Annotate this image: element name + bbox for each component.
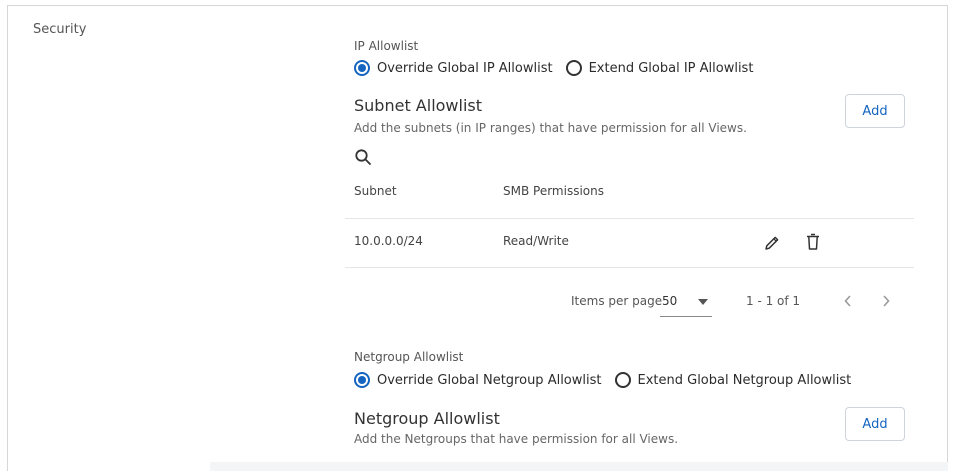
ip-allowlist-label: IP Allowlist (354, 39, 419, 53)
row-smb-permissions: Read/Write (503, 234, 569, 248)
column-header-smb-permissions: SMB Permissions (503, 184, 604, 198)
items-per-page-select[interactable]: 50 (662, 294, 677, 308)
search-icon[interactable] (353, 147, 373, 167)
previous-page-icon[interactable] (839, 292, 857, 310)
subnet-allowlist-description: Add the subnets (in IP ranges) that have… (354, 121, 747, 135)
subnet-allowlist-heading: Subnet Allowlist (354, 96, 483, 115)
override-global-ip-label[interactable]: Override Global IP Allowlist (377, 61, 553, 76)
netgroup-allowlist-label: Netgroup Allowlist (354, 350, 464, 364)
delete-icon[interactable] (803, 232, 823, 252)
table-row-divider (345, 267, 914, 268)
row-subnet: 10.0.0.0/24 (354, 234, 423, 248)
ip-allowlist-radio-group: Override Global IP Allowlist Extend Glob… (354, 60, 753, 76)
table-header-divider (345, 218, 914, 219)
edit-icon[interactable] (762, 233, 782, 253)
add-subnet-button[interactable]: Add (845, 94, 905, 128)
netgroup-allowlist-description: Add the Netgroups that have permission f… (354, 432, 679, 446)
extend-global-ip-label[interactable]: Extend Global IP Allowlist (589, 61, 754, 76)
panel-footer-strip (210, 462, 948, 471)
pagination-range: 1 - 1 of 1 (746, 294, 801, 308)
override-global-netgroup-label[interactable]: Override Global Netgroup Allowlist (377, 373, 602, 388)
column-header-subnet: Subnet (354, 184, 397, 198)
netgroup-allowlist-heading: Netgroup Allowlist (354, 409, 500, 428)
extend-global-ip-radio[interactable] (565, 60, 582, 76)
items-per-page-label: Items per page (571, 294, 663, 308)
next-page-icon[interactable] (877, 292, 895, 310)
extend-global-netgroup-radio[interactable] (614, 372, 631, 388)
override-global-ip-radio[interactable] (354, 60, 370, 76)
add-netgroup-button[interactable]: Add (845, 407, 905, 441)
override-global-netgroup-radio[interactable] (354, 372, 370, 388)
netgroup-allowlist-radio-group: Override Global Netgroup Allowlist Exten… (354, 372, 851, 388)
extend-global-netgroup-label[interactable]: Extend Global Netgroup Allowlist (638, 373, 852, 388)
items-per-page-underline (660, 316, 712, 317)
chevron-down-icon[interactable] (696, 295, 710, 309)
section-title: Security (33, 22, 87, 37)
